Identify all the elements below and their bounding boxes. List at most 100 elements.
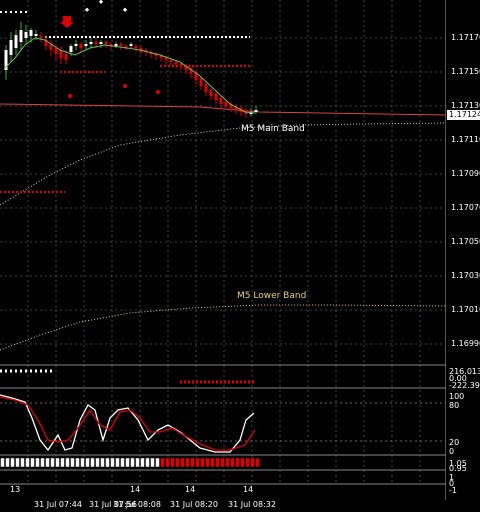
histogram-bar <box>135 457 140 468</box>
time-axis-label: 14 <box>130 485 141 494</box>
histogram-bar <box>85 457 90 468</box>
histogram-bar <box>225 457 230 468</box>
histogram-bar <box>205 457 210 468</box>
candle-body <box>64 54 68 60</box>
histogram-bar <box>240 457 245 468</box>
stochastic-label: 80 <box>449 401 460 410</box>
signal-diamond <box>84 7 90 12</box>
candle-body <box>24 32 28 38</box>
candle-body <box>99 42 103 44</box>
histogram-bar <box>30 457 35 468</box>
stochastic-label: 0 <box>449 447 455 456</box>
histogram-bar <box>5 457 10 468</box>
candle-body <box>94 42 98 44</box>
main-band-label: M5 Main Band <box>241 124 305 134</box>
candle-body <box>129 44 133 46</box>
price-axis-label: 1.17010 <box>451 305 480 314</box>
indicator1-label: -222.3939 <box>449 381 480 390</box>
candle-body <box>219 98 223 104</box>
stochastic-signal-line <box>0 396 256 451</box>
signal-diamond <box>122 7 128 12</box>
moving-average-line <box>4 37 256 114</box>
histogram-bar <box>60 457 65 468</box>
histogram-bar <box>120 457 125 468</box>
histogram-bar <box>245 457 250 468</box>
histogram-bar <box>70 457 75 468</box>
histogram-bar <box>130 457 135 468</box>
chart-grid <box>0 0 446 500</box>
candle-body <box>119 44 123 46</box>
signal-dot <box>68 94 72 98</box>
histogram-bar <box>175 457 180 468</box>
histogram-bar <box>40 457 45 468</box>
indicator3-histogram <box>0 457 260 468</box>
histogram-bar <box>80 457 85 468</box>
candle-body <box>104 42 108 44</box>
histogram-bar <box>170 457 175 468</box>
candle-body <box>159 56 163 58</box>
candle-body <box>69 46 73 52</box>
histogram-bar <box>100 457 105 468</box>
price-axis-label: 1.16990 <box>451 339 480 348</box>
price-axis-label: 1.17150 <box>451 67 480 76</box>
candle-body <box>29 30 33 36</box>
histogram-bar <box>230 457 235 468</box>
histogram-bar <box>65 457 70 468</box>
histogram-bar <box>15 457 20 468</box>
histogram-bar <box>95 457 100 468</box>
candle-body <box>214 94 218 100</box>
main-band-line <box>0 122 446 206</box>
histogram-bar <box>150 457 155 468</box>
candle-body <box>204 84 208 92</box>
current-price-tag: 1.17124 <box>447 110 480 120</box>
candle-body <box>34 34 38 36</box>
candle-body <box>224 102 228 106</box>
candle-body <box>254 110 258 112</box>
candle-body <box>54 48 58 54</box>
histogram-bar <box>10 457 15 468</box>
histogram-bar <box>105 457 110 468</box>
price-axis-label: 1.17170 <box>451 33 480 42</box>
sell-arrow-icon <box>60 16 74 28</box>
price-axis-label: 1.17090 <box>451 169 480 178</box>
histogram-bar <box>0 457 5 468</box>
candle-body <box>179 64 183 66</box>
histogram-bar <box>45 457 50 468</box>
histogram-bar <box>190 457 195 468</box>
main-price-chart[interactable] <box>0 0 446 500</box>
candle-body <box>79 44 83 48</box>
candle-body <box>199 78 203 86</box>
histogram-bar <box>90 457 95 468</box>
candle-body <box>169 60 173 62</box>
time-axis-label: 31 Jul 07:44 <box>34 500 82 509</box>
histogram-bar <box>215 457 220 468</box>
histogram-bar <box>195 457 200 468</box>
candle-body <box>74 44 78 46</box>
histogram-bar <box>25 457 30 468</box>
stochastic-main-line <box>0 394 255 453</box>
lower-band-label: M5 Lower Band <box>237 291 307 301</box>
time-axis-label: 31 Jul 08:20 <box>170 500 218 509</box>
histogram-bar <box>55 457 60 468</box>
time-axis-label: 13 <box>10 485 21 494</box>
time-axis-label: 31 Jul 08:32 <box>228 500 276 509</box>
histogram-bar <box>180 457 185 468</box>
price-axis-label: 1.17030 <box>451 271 480 280</box>
histogram-bar <box>125 457 130 468</box>
candle-body <box>39 36 43 38</box>
candle-body <box>134 46 138 48</box>
time-axis-label: 14 <box>185 485 196 494</box>
candle-body <box>209 90 213 96</box>
histogram-bar <box>140 457 145 468</box>
price-axis-label: 1.17110 <box>451 135 480 144</box>
candle-body <box>14 35 18 48</box>
time-axis-label: 31 Jul 08:08 <box>113 500 161 509</box>
price-axis-label: 1.17070 <box>451 203 480 212</box>
candle-body <box>174 62 178 64</box>
histogram-bar <box>235 457 240 468</box>
histogram-bar <box>220 457 225 468</box>
histogram-bar <box>35 457 40 468</box>
candle-body <box>84 44 88 46</box>
price-axis-label: 1.17050 <box>451 237 480 246</box>
histogram-bar <box>210 457 215 468</box>
